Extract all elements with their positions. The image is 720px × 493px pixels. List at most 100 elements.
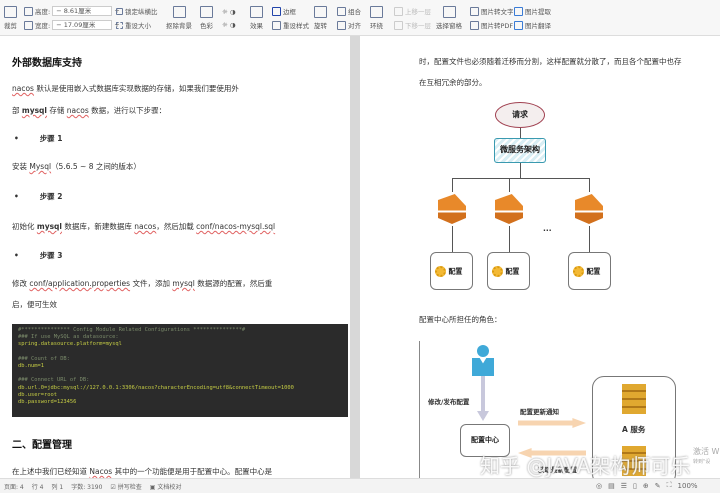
text: 数据，进行以下步骤： [89, 106, 166, 115]
paragraph-1: nacos 默认是使用嵌入式数据库实现数据的存储，如果我们要使用外 [12, 83, 239, 94]
page-view-icon[interactable]: ▤ [608, 482, 615, 490]
img-to-text-label: 图片转文字 [481, 6, 514, 16]
arrow-head [477, 411, 489, 421]
reading-view-icon[interactable]: ▯ [633, 482, 637, 490]
text: 初始化 [12, 222, 37, 231]
service-icon [495, 194, 523, 224]
text: 文件，添加 [130, 279, 172, 288]
config-label: 配置 [448, 268, 462, 276]
img-to-text-button[interactable]: 图片转文字 [470, 6, 514, 16]
reset-size-icon [116, 22, 123, 29]
gear-icon [492, 266, 503, 277]
align-label: 对齐 [348, 20, 361, 30]
config-node: 配置 [568, 252, 611, 290]
row-indicator: 行 4 [32, 482, 44, 491]
user-body-icon [472, 358, 494, 376]
heading-external-db: 外部数据库支持 [12, 54, 82, 69]
send-backward-label: 下移一层 [405, 20, 431, 30]
text: nacos [12, 84, 34, 93]
remove-bg-button[interactable]: 抠除背景 [166, 6, 192, 30]
ribbon-toolbar: 裁剪 高度:− 8.61厘米+ 宽度:− 17.09厘米+ 锁定纵横比 重设大小… [0, 0, 720, 36]
contrast-buttons[interactable]: ☼ ◑ [222, 21, 236, 29]
proofread-label: 文档校对 [157, 484, 181, 491]
spell-check-label: 拼写检查 [118, 484, 142, 491]
step-3: • 步骤 3 [14, 250, 63, 261]
user-icon [477, 345, 489, 357]
eye-protection-icon[interactable]: ◎ [596, 482, 602, 490]
rotate-button[interactable]: 旋转 [314, 6, 327, 30]
selection-pane-button[interactable]: 选择窗格 [436, 6, 462, 30]
text: 修改 [12, 279, 29, 288]
border-button[interactable]: 边框 [272, 6, 296, 16]
text: 数据源的配置，然后重 [195, 279, 272, 288]
align-button[interactable]: 对齐 [337, 20, 361, 30]
fit-icon[interactable]: ⛶ [667, 481, 672, 490]
height-field: 高度:− 8.61厘米+ [24, 6, 120, 16]
word-count[interactable]: 字数: 3190 [71, 482, 102, 491]
config-label: 配置 [586, 268, 600, 276]
width-field: 宽度:− 17.09厘米+ [24, 20, 120, 30]
text: Mysql [29, 162, 51, 171]
outline-view-icon[interactable]: ☰ [621, 482, 627, 490]
effects-button[interactable]: 效果 [250, 6, 263, 30]
spell-check-button[interactable]: ☑ 拼写检查 [110, 482, 141, 491]
lock-ratio-checkbox[interactable]: 锁定纵横比 [116, 6, 158, 16]
web-view-icon[interactable]: ⊕ [643, 482, 649, 490]
text: nacos [134, 222, 156, 231]
rotate-icon [314, 6, 327, 18]
zoom-level[interactable]: 100% [678, 482, 698, 490]
img-extract-button[interactable]: 图片提取 [514, 6, 551, 16]
page-indicator[interactable]: 页面: 4 [4, 482, 24, 491]
code-line: ### Count of DB: [18, 356, 342, 363]
service-icon [575, 194, 603, 224]
crop-button[interactable]: 裁剪 [4, 6, 17, 30]
img-translate-button[interactable]: 图片翻译 [514, 20, 551, 30]
width-label: 宽度: [35, 20, 50, 30]
reset-style-button[interactable]: 重设样式 [272, 20, 309, 30]
width-icon [24, 21, 33, 30]
gear-icon [435, 266, 446, 277]
step-label: 步骤 3 [40, 251, 63, 260]
img-translate-label: 图片翻译 [525, 20, 551, 30]
height-label: 高度: [35, 6, 50, 16]
text: conf/application.properties [29, 279, 130, 288]
selection-pane-icon [443, 6, 456, 18]
group-button[interactable]: 组合 [337, 6, 361, 16]
height-value: 8.61厘米 [64, 7, 91, 15]
step-2-text: 初始化 mysql 数据库，新建数据库 nacos，然后加载 conf/naco… [12, 221, 275, 232]
img-to-pdf-button[interactable]: 图片转PDF [470, 20, 513, 30]
paragraph-r1: 时，配置文件也必须随着迁移而分割，这样配置就分散了，而且各个配置中也存 [419, 56, 682, 67]
align-icon [337, 21, 346, 30]
width-input[interactable]: − 17.09厘米 [52, 20, 112, 30]
service-icon [438, 194, 466, 224]
activate-windows: 激活 W [693, 446, 719, 457]
text: 在上述中我们已经知道 [12, 467, 89, 476]
rotate-label: 旋转 [314, 20, 327, 30]
reset-style-icon [272, 21, 281, 30]
color-label: 色彩 [200, 20, 213, 30]
reset-size-label: 重设大小 [125, 20, 151, 30]
step-1-text: 安装 Mysql（5.6.5 ~ 8 之间的版本） [12, 161, 141, 172]
text: Nacos [89, 467, 112, 476]
proofread-button[interactable]: ▣ 文档校对 [150, 482, 182, 491]
pen-icon[interactable]: ✎ [655, 482, 661, 490]
color-button[interactable]: 色彩 [200, 6, 213, 30]
request-node: 请求 [495, 102, 545, 128]
remove-bg-icon [173, 6, 186, 18]
reset-size-button[interactable]: 重设大小 [116, 20, 151, 30]
brightness-buttons[interactable]: ☼ ◑ [222, 8, 236, 16]
wrap-button[interactable]: 环绕 [370, 6, 383, 30]
height-input[interactable]: − 8.61厘米 [52, 6, 112, 16]
bring-forward-button[interactable]: 上移一层 [394, 6, 431, 16]
step-3-text-2: 启，便可生效 [12, 299, 57, 310]
heading-config-management: 二、配置管理 [12, 436, 72, 451]
notify-label: 配置更新通知 [520, 406, 559, 416]
step-1: • 步骤 1 [14, 133, 63, 144]
text: （5.6.5 ~ 8 之间的版本） [51, 162, 141, 171]
group-icon [337, 7, 346, 16]
crop-label: 裁剪 [4, 20, 17, 30]
img-extract-icon [514, 7, 523, 16]
code-line [18, 370, 342, 377]
send-backward-button[interactable]: 下移一层 [394, 20, 431, 30]
remove-bg-label: 抠除背景 [166, 20, 192, 30]
